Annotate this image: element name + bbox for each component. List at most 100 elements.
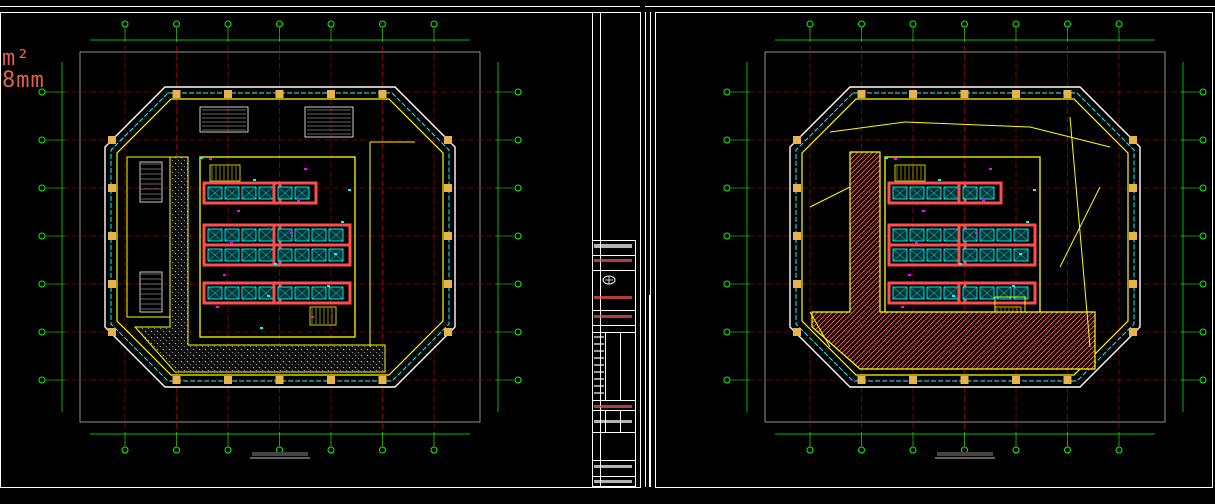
column <box>108 136 116 144</box>
axis-bubble-right <box>1199 136 1207 144</box>
column <box>1129 184 1137 192</box>
column <box>793 184 801 192</box>
axis-bubble-right <box>1199 88 1207 96</box>
title-row-text <box>594 371 604 373</box>
title-row-text <box>594 296 632 299</box>
column <box>1129 136 1137 144</box>
axis-bubble-right <box>1199 328 1207 336</box>
detail-mark <box>216 306 219 308</box>
detail-mark <box>348 189 351 191</box>
column <box>444 328 452 336</box>
partition-line <box>809 186 851 208</box>
title-row-text <box>594 343 604 345</box>
detail-mark <box>327 285 330 287</box>
axis-bubble-left <box>38 232 46 240</box>
axis-bubble-top <box>1064 20 1071 28</box>
axis-bubble-left <box>38 280 46 288</box>
axis-bubble-top <box>276 20 283 28</box>
axis-bubble-left <box>723 136 731 144</box>
axis-bubble-bottom <box>327 446 335 454</box>
title-row-text <box>594 357 604 359</box>
axis-bubble-right <box>1199 184 1207 192</box>
detail-mark <box>267 295 270 297</box>
column <box>960 376 969 384</box>
axis-bubble-bottom <box>121 446 129 454</box>
axis-bubble-right <box>1199 232 1207 240</box>
column <box>108 280 116 288</box>
axis-bubble-bottom <box>806 446 814 454</box>
column <box>793 280 801 288</box>
column <box>224 376 232 384</box>
axis-bubble-right <box>514 280 522 288</box>
axis-bubble-top <box>173 20 180 28</box>
axis-bubble-top <box>858 20 865 28</box>
detail-mark <box>334 253 337 255</box>
detail-mark <box>922 210 925 212</box>
column <box>444 184 452 192</box>
detail-mark <box>253 179 256 181</box>
axis-bubble-top <box>961 20 968 28</box>
axis-bubble-left <box>38 136 46 144</box>
detail-mark <box>230 242 233 244</box>
sheet-frame-right <box>645 6 1215 488</box>
detail-mark <box>1012 285 1015 287</box>
column <box>108 232 116 240</box>
axis-bubble-right <box>514 232 522 240</box>
title-row-text <box>594 378 604 380</box>
axis-bubble-right <box>514 376 522 384</box>
column <box>1129 232 1137 240</box>
floor-plan-left[interactable] <box>38 20 522 459</box>
title-row-text <box>594 259 632 262</box>
detail-mark <box>341 221 344 223</box>
column <box>327 90 335 98</box>
detail-mark <box>908 274 911 276</box>
column <box>1129 328 1137 336</box>
partition-line <box>904 121 1031 128</box>
detail-mark <box>290 232 293 234</box>
axis-bubble-right <box>1199 376 1207 384</box>
title-row-text <box>594 336 604 338</box>
detail-mark <box>200 157 203 159</box>
axis-bubble-top <box>430 20 438 28</box>
axis-bubble-right <box>514 328 522 336</box>
detail-mark <box>297 200 300 202</box>
floor-plan-right[interactable] <box>723 20 1207 459</box>
detail-mark <box>209 158 212 160</box>
column <box>108 184 116 192</box>
stair-left-lower <box>139 271 163 313</box>
column <box>378 376 387 384</box>
company-logo-icon <box>602 275 616 285</box>
axis-bubble-bottom <box>379 446 386 454</box>
column <box>793 232 801 240</box>
title-row-text <box>594 465 632 468</box>
column <box>1063 90 1072 98</box>
title-row-text <box>594 392 604 394</box>
axis-bubble-top <box>379 20 386 28</box>
column <box>857 90 866 98</box>
cad-drawing-canvas[interactable] <box>0 0 1215 500</box>
axis-bubble-top <box>1012 20 1020 28</box>
detail-mark <box>894 158 897 160</box>
sheet-frame-left <box>0 6 641 488</box>
axis-bubble-top <box>1115 20 1123 28</box>
partition-line <box>829 121 906 133</box>
axis-bubble-top <box>909 20 917 28</box>
core-stair <box>209 164 241 182</box>
detail-mark <box>1026 221 1029 223</box>
axis-bubble-right <box>514 136 522 144</box>
axis-bubble-bottom <box>1115 446 1123 454</box>
plan-title-block <box>937 452 993 456</box>
axis-bubble-bottom <box>430 446 438 454</box>
detail-mark <box>952 295 955 297</box>
column <box>857 376 866 384</box>
axis-bubble-bottom <box>909 446 917 454</box>
partition-line <box>1029 126 1111 148</box>
column <box>378 90 387 98</box>
detail-mark <box>237 210 240 212</box>
column <box>909 376 917 384</box>
detail-mark <box>260 327 263 329</box>
detail-mark <box>311 316 314 318</box>
column <box>275 90 284 98</box>
cad-viewport[interactable]: m² 8mm <box>0 0 1215 500</box>
column <box>1129 280 1137 288</box>
